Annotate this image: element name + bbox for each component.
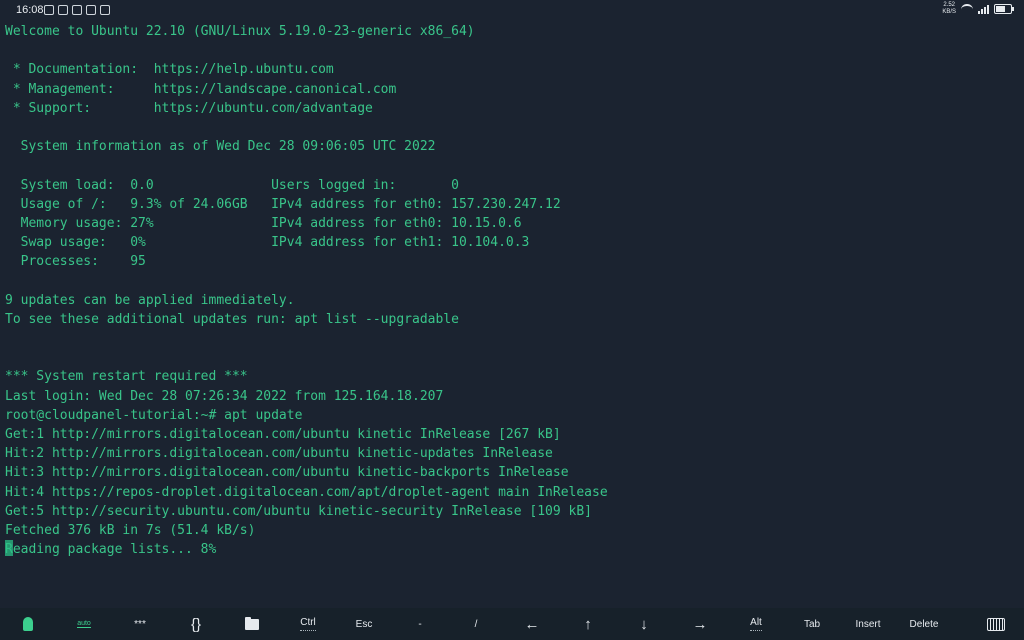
notification-icon bbox=[72, 5, 82, 15]
arrow-right-key[interactable]: → bbox=[672, 608, 728, 640]
cloud-icon bbox=[100, 5, 110, 15]
terminal-line: Last login: Wed Dec 28 07:26:34 2022 fro… bbox=[5, 388, 444, 404]
terminal-line: Fetched 376 kB in 7s (51.4 kB/s) bbox=[5, 522, 256, 538]
insert-key[interactable]: Insert bbox=[840, 608, 896, 640]
tab-key[interactable]: Tab bbox=[784, 608, 840, 640]
terminal-line: System information as of Wed Dec 28 09:0… bbox=[5, 139, 436, 155]
status-bar: 16:08 2.52 KB/S bbox=[0, 0, 1024, 22]
terminal-line: root@cloudpanel-tutorial:~# apt update bbox=[5, 407, 303, 423]
terminal-line: 9 updates can be applied immediately. bbox=[5, 292, 295, 308]
dash-key[interactable]: - bbox=[392, 608, 448, 640]
terminal-line: * Management: https://landscape.canonica… bbox=[5, 81, 397, 97]
arrow-right-icon: → bbox=[692, 615, 708, 633]
password-key[interactable]: *** bbox=[112, 608, 168, 640]
arrow-up-key[interactable]: ↑ bbox=[560, 608, 616, 640]
touch-keyboard-toggle[interactable] bbox=[0, 608, 56, 640]
terminal-line: Memory usage: 27% IPv4 address for eth0:… bbox=[5, 215, 522, 231]
arrow-left-icon: ← bbox=[524, 615, 540, 633]
cell-signal-icon bbox=[978, 4, 989, 14]
ctrl-key[interactable]: Ctrl bbox=[280, 608, 336, 640]
arrow-down-key[interactable]: ↓ bbox=[616, 608, 672, 640]
touch-icon bbox=[23, 617, 33, 631]
extra-keys-bar: auto *** {} Ctrl Esc - / ← ↑ ↓ → Alt Tab… bbox=[0, 608, 1024, 640]
spotify-icon bbox=[58, 5, 68, 15]
alt-key[interactable]: Alt bbox=[728, 608, 784, 640]
terminal-line: Usage of /: 9.3% of 24.06GB IPv4 address… bbox=[5, 196, 561, 212]
battery-icon bbox=[994, 4, 1014, 14]
terminal-line: Hit:2 http://mirrors.digitalocean.com/ub… bbox=[5, 446, 553, 462]
terminal-line: Get:5 http://security.ubuntu.com/ubuntu … bbox=[5, 503, 592, 519]
terminal-line: Hit:4 https://repos-droplet.digitalocean… bbox=[5, 484, 608, 500]
terminal-cursor bbox=[5, 540, 13, 557]
status-time: 16:08 bbox=[16, 4, 44, 16]
terminal-output[interactable]: Welcome to Ubuntu 22.10 (GNU/Linux 5.19.… bbox=[5, 22, 1017, 608]
wifi-icon bbox=[961, 3, 973, 15]
auto-key[interactable]: auto bbox=[56, 608, 112, 640]
network-speed: 2.52 KB/S bbox=[942, 2, 956, 15]
arrow-left-key[interactable]: ← bbox=[504, 608, 560, 640]
folder-icon bbox=[245, 616, 259, 630]
esc-key[interactable]: Esc bbox=[336, 608, 392, 640]
terminal-line: Get:1 http://mirrors.digitalocean.com/ub… bbox=[5, 426, 561, 442]
braces-key[interactable]: {} bbox=[168, 608, 224, 640]
arrow-up-icon: ↑ bbox=[584, 615, 592, 633]
notification-icons bbox=[44, 3, 110, 15]
terminal-current-line: Reading package lists... 8% bbox=[5, 540, 1017, 559]
terminal-line: * Support: https://ubuntu.com/advantage bbox=[5, 100, 373, 116]
terminal-line: System load: 0.0 Users logged in: 0 bbox=[5, 177, 459, 193]
terminal-line: *** System restart required *** bbox=[5, 369, 248, 385]
system-icons: 2.52 KB/S bbox=[942, 2, 1014, 16]
terminal-line: Welcome to Ubuntu 22.10 (GNU/Linux 5.19.… bbox=[5, 24, 475, 39]
terminal-line: * Documentation: https://help.ubuntu.com bbox=[5, 62, 334, 78]
terminal-line: Hit:3 http://mirrors.digitalocean.com/ub… bbox=[5, 465, 569, 481]
keyboard-icon bbox=[987, 617, 1005, 631]
notification-icon bbox=[86, 5, 96, 15]
bluetooth-icon bbox=[44, 5, 54, 15]
files-key[interactable] bbox=[224, 608, 280, 640]
terminal-line: Swap usage: 0% IPv4 address for eth1: 10… bbox=[5, 235, 530, 251]
arrow-down-icon: ↓ bbox=[640, 615, 648, 633]
terminal-line: To see these additional updates run: apt… bbox=[5, 311, 459, 327]
keyboard-toggle[interactable] bbox=[968, 608, 1024, 640]
delete-key[interactable]: Delete bbox=[896, 608, 952, 640]
terminal-current-text: Reading package lists... 8% bbox=[5, 542, 217, 558]
terminal-line: Processes: 95 bbox=[5, 254, 146, 270]
slash-key[interactable]: / bbox=[448, 608, 504, 640]
